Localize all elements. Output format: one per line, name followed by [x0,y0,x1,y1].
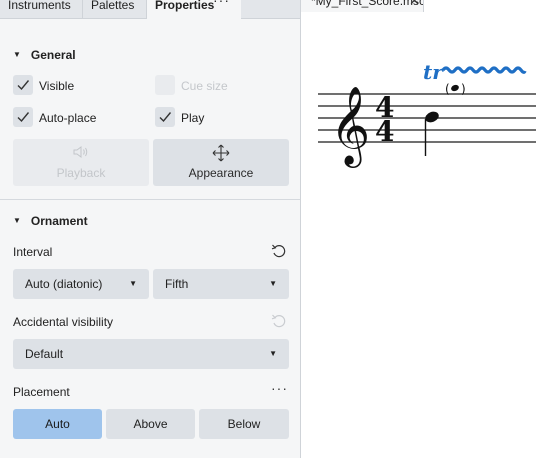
chevron-down-icon: ▼ [129,279,137,288]
general-section-header[interactable]: ▼ General [13,48,76,62]
svg-text:(: ( [445,82,450,96]
more-horizontal-icon[interactable]: ··· [271,380,288,396]
properties-panel: Instruments Palettes Properties ··· ▼ Gen… [0,0,301,458]
placement-above-button[interactable]: Above [106,409,195,439]
ornament-section-title: Ornament [30,214,88,228]
close-icon[interactable]: ✕ [409,0,420,9]
checkmark-icon [159,112,172,123]
interval-type-value: Auto (diatonic) [25,277,103,291]
appearance-label: Appearance [188,166,254,180]
svg-text:): ) [461,82,466,96]
auto-place-label: Auto-place [39,111,97,125]
trill-ornament[interactable]: tr [423,60,527,84]
section-divider [0,199,300,200]
score-notation: 𝄞 4 4 ( ) tr [318,60,536,168]
tab-palettes[interactable]: Palettes [83,0,147,18]
placement-below-button[interactable]: Below [199,409,289,439]
trill-wavy-line [441,66,527,74]
placement-auto-button[interactable]: Auto [13,409,102,439]
playback-button[interactable]: Playback [13,139,149,186]
chevron-down-icon: ▼ [13,50,21,59]
move-arrows-icon [153,144,289,165]
interval-dropdown[interactable]: Fifth ▼ [153,269,289,299]
appearance-button[interactable]: Appearance [153,139,289,186]
interval-label: Interval [13,245,53,259]
score-canvas[interactable]: 𝄞 4 4 ( ) tr [301,12,536,458]
reset-icon[interactable] [270,312,288,330]
cue-size-label: Cue size [181,79,228,93]
trill-text: tr [423,60,444,84]
auto-place-checkbox[interactable] [13,107,33,127]
tab-properties-label: Properties [155,0,215,12]
accidental-visibility-label: Accidental visibility [13,315,114,329]
cue-size-checkbox[interactable] [155,75,175,95]
placement-label: Placement [13,385,70,399]
interval-value: Fifth [165,277,189,291]
time-signature-bottom[interactable]: 4 [375,115,394,148]
quarter-note[interactable] [424,110,441,156]
more-horizontal-icon[interactable]: ··· [213,0,230,8]
interval-type-dropdown[interactable]: Auto (diatonic) ▼ [13,269,149,299]
play-checkbox[interactable] [155,107,175,127]
speaker-icon [13,144,149,163]
score-tab-title: *My_First_Score.mscx [311,0,424,8]
play-label: Play [181,111,205,125]
accidental-visibility-dropdown[interactable]: Default ▼ [13,339,289,369]
accidental-visibility-value: Default [25,347,64,361]
tab-instruments[interactable]: Instruments [0,0,83,18]
chevron-down-icon: ▼ [269,349,277,358]
ornament-section-header[interactable]: ▼ Ornament [13,214,88,228]
general-section-title: General [30,48,76,62]
visible-label: Visible [39,79,75,93]
chevron-down-icon: ▼ [269,279,277,288]
checkmark-icon [17,80,30,91]
panel-tab-bar: Instruments Palettes Properties ··· [0,0,300,19]
playback-label: Playback [56,166,106,180]
reset-icon[interactable] [270,242,288,260]
visible-checkbox[interactable] [13,75,33,95]
treble-clef-icon[interactable]: 𝄞 [330,86,370,168]
checkmark-icon [17,112,30,123]
chevron-down-icon: ▼ [13,216,21,225]
